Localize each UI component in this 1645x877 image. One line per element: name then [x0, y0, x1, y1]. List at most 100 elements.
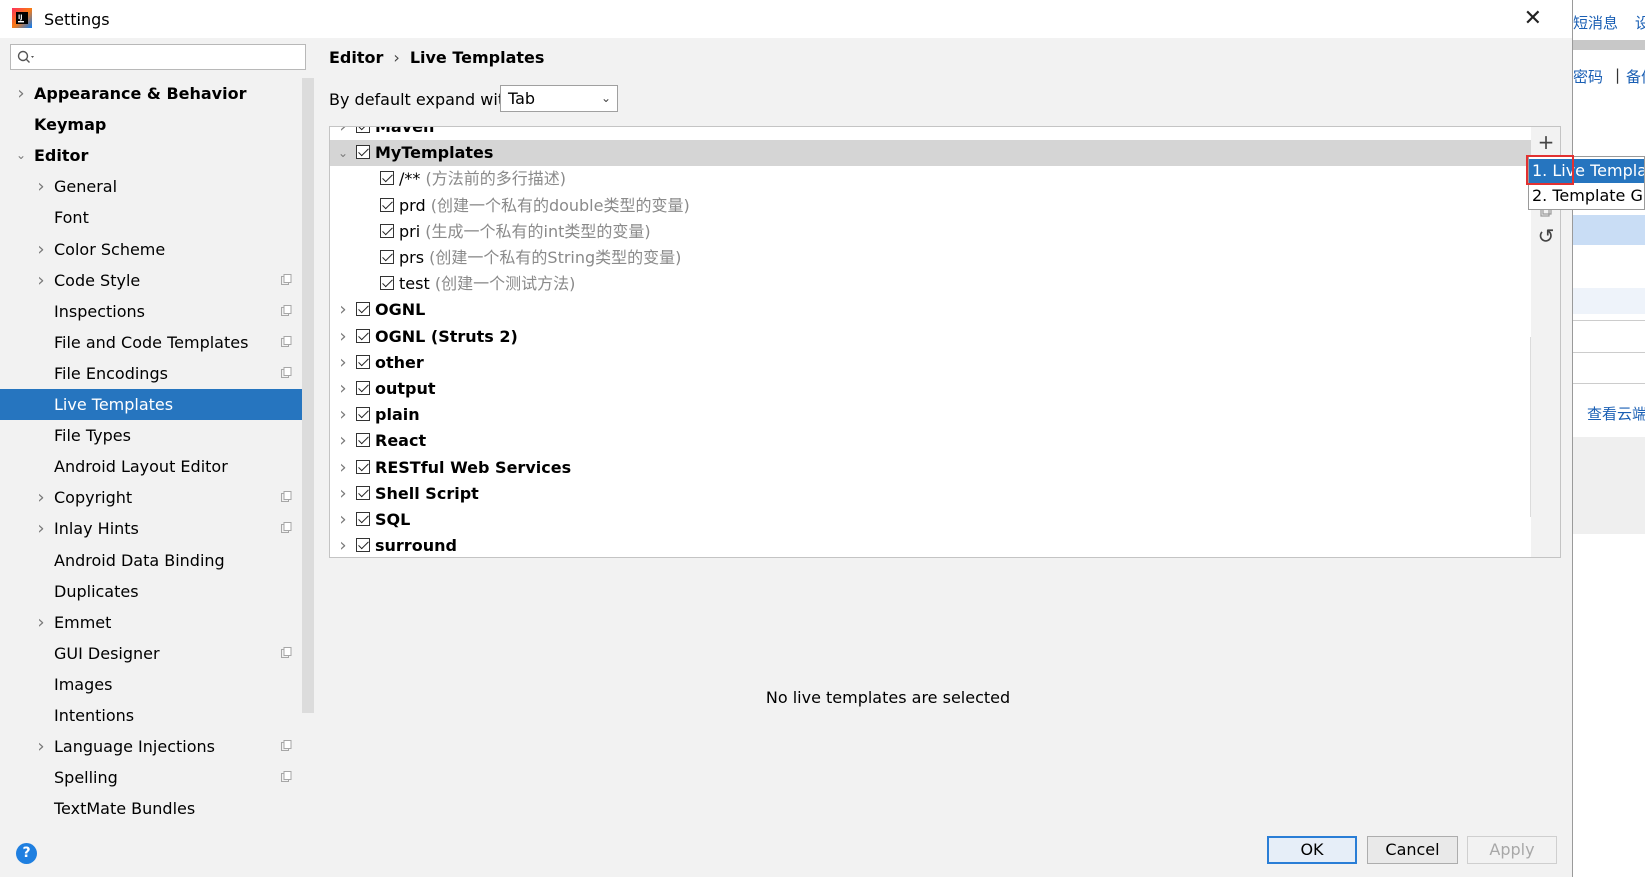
bg-settings-link[interactable]: 设 [1635, 12, 1645, 33]
sidebar-item[interactable]: Keymap [0, 109, 302, 140]
chevron-right-icon[interactable]: › [336, 350, 350, 376]
sidebar-item[interactable]: Android Data Binding [0, 545, 302, 576]
bg-backup-link[interactable]: 备份 [1626, 66, 1645, 87]
template-checkbox[interactable] [380, 171, 394, 186]
sidebar-item[interactable]: › Code Style [0, 265, 302, 296]
chevron-right-icon[interactable]: › [34, 731, 48, 762]
sidebar-item[interactable]: File Types [0, 420, 302, 451]
template-item-row[interactable]: test (创建一个测试方法) [330, 271, 1543, 297]
chevron-right-icon[interactable]: › [336, 297, 350, 323]
sidebar-item[interactable]: › Color Scheme [0, 234, 302, 265]
chevron-right-icon[interactable]: › [34, 607, 48, 638]
template-group-row[interactable]: › RESTful Web Services [330, 455, 1543, 481]
background-window: 短消息 设 密码 | 备份 查看云端 [1573, 0, 1645, 877]
template-group-row[interactable]: ⌄ MyTemplates [330, 140, 1543, 167]
sidebar-item[interactable]: Images [0, 669, 302, 700]
popup-menu-item[interactable]: 2. Template Group [1529, 184, 1644, 208]
chevron-right-icon[interactable]: › [336, 376, 350, 402]
template-group-row[interactable]: › other [330, 350, 1543, 376]
template-checkbox[interactable] [356, 485, 370, 500]
expand-with-select[interactable]: Tab ⌄ [500, 85, 618, 112]
sidebar-item[interactable]: › General [0, 171, 302, 202]
sidebar-item[interactable]: › Inlay Hints [0, 513, 302, 544]
template-checkbox[interactable] [380, 276, 394, 291]
live-templates-panel: Editor › Live Templates By default expand … [315, 38, 1573, 825]
template-group-row[interactable]: › output [330, 376, 1543, 402]
chevron-right-icon[interactable]: › [34, 265, 48, 296]
chevron-down-icon[interactable]: ⌄ [336, 140, 350, 166]
template-group-row[interactable]: › surround [330, 533, 1543, 557]
sidebar-item[interactable]: › Emmet [0, 607, 302, 638]
template-checkbox[interactable] [356, 354, 370, 369]
sidebar-item[interactable]: Spelling [0, 762, 302, 793]
cancel-button[interactable]: Cancel [1367, 836, 1458, 864]
chevron-right-icon[interactable]: › [336, 428, 350, 454]
template-group-row[interactable]: › Maven [330, 127, 1543, 140]
sidebar-item[interactable]: GUI Designer [0, 638, 302, 669]
template-checkbox[interactable] [356, 328, 370, 343]
sidebar-scrollbar[interactable] [302, 78, 314, 713]
bg-cloud-link[interactable]: 查看云端 [1587, 403, 1645, 424]
template-checkbox[interactable] [380, 250, 394, 264]
template-group-row[interactable]: › OGNL [330, 297, 1543, 323]
chevron-right-icon[interactable]: › [34, 513, 48, 544]
close-button[interactable]: ✕ [1524, 6, 1542, 31]
sidebar-item[interactable]: ⌄ Editor [0, 140, 302, 171]
chevron-right-icon[interactable]: › [336, 481, 350, 507]
template-checkbox[interactable] [356, 538, 370, 553]
template-item-row[interactable]: /** (方法前的多行描述) [330, 166, 1543, 192]
chevron-right-icon[interactable]: › [34, 482, 48, 513]
template-checkbox[interactable] [356, 127, 370, 133]
template-item-row[interactable]: pri (生成一个私有的int类型的变量) [330, 219, 1543, 245]
chevron-right-icon[interactable]: › [336, 324, 350, 350]
bg-messages-link[interactable]: 短消息 [1573, 12, 1618, 33]
sidebar-item[interactable]: Live Templates [0, 389, 302, 420]
template-item-row[interactable]: prd (创建一个私有的double类型的变量) [330, 193, 1543, 219]
undo-icon[interactable]: ↺ [1531, 224, 1561, 248]
add-icon[interactable]: + [1531, 130, 1561, 154]
chevron-right-icon[interactable]: › [336, 455, 350, 481]
sidebar-item[interactable]: File and Code Templates [0, 327, 302, 358]
template-group-row[interactable]: › OGNL (Struts 2) [330, 324, 1543, 350]
template-checkbox[interactable] [380, 223, 394, 238]
bg-password-link[interactable]: 密码 [1573, 66, 1603, 87]
template-checkbox[interactable] [356, 459, 370, 474]
sidebar-item[interactable]: Font [0, 202, 302, 233]
sidebar-item[interactable]: TextMate Bundles [0, 793, 302, 824]
sidebar-item[interactable]: Android Layout Editor [0, 451, 302, 482]
template-checkbox[interactable] [356, 145, 370, 160]
sidebar-item[interactable]: › Language Injections [0, 731, 302, 762]
template-checkbox[interactable] [356, 407, 370, 422]
bg-divider [1573, 352, 1645, 353]
sidebar-item[interactable]: › Copyright [0, 482, 302, 513]
template-checkbox[interactable] [356, 381, 370, 395]
chevron-right-icon[interactable]: › [34, 234, 48, 265]
chevron-right-icon[interactable]: › [14, 78, 28, 109]
template-checkbox[interactable] [356, 512, 370, 526]
sidebar-item[interactable]: Duplicates [0, 576, 302, 607]
sidebar-item[interactable]: File Encodings [0, 358, 302, 389]
template-checkbox[interactable] [356, 433, 370, 448]
chevron-right-icon[interactable]: › [34, 171, 48, 202]
help-icon[interactable]: ? [16, 843, 37, 864]
chevron-down-icon[interactable]: ⌄ [14, 140, 28, 171]
sidebar-item[interactable]: Intentions [0, 700, 302, 731]
breadcrumb-parent[interactable]: Editor [329, 48, 383, 67]
template-group-row[interactable]: › Shell Script [330, 481, 1543, 507]
sidebar-item[interactable]: › Appearance & Behavior [0, 78, 302, 109]
template-checkbox[interactable] [380, 197, 394, 212]
sidebar-item[interactable]: Inspections [0, 296, 302, 327]
template-group-row[interactable]: › plain [330, 402, 1543, 428]
chevron-right-icon[interactable]: › [336, 127, 350, 140]
template-item-row[interactable]: prs (创建一个私有的String类型的变量) [330, 245, 1543, 271]
search-input[interactable] [10, 44, 306, 70]
ok-button[interactable]: OK [1267, 836, 1357, 864]
template-group-name: RESTful Web Services [375, 455, 571, 481]
template-group-row[interactable]: › React [330, 428, 1543, 454]
chevron-right-icon[interactable]: › [336, 507, 350, 533]
template-group-row[interactable]: › SQL [330, 507, 1543, 533]
apply-button[interactable]: Apply [1467, 836, 1557, 864]
chevron-right-icon[interactable]: › [336, 402, 350, 428]
template-checkbox[interactable] [356, 302, 370, 317]
chevron-right-icon[interactable]: › [336, 533, 350, 557]
